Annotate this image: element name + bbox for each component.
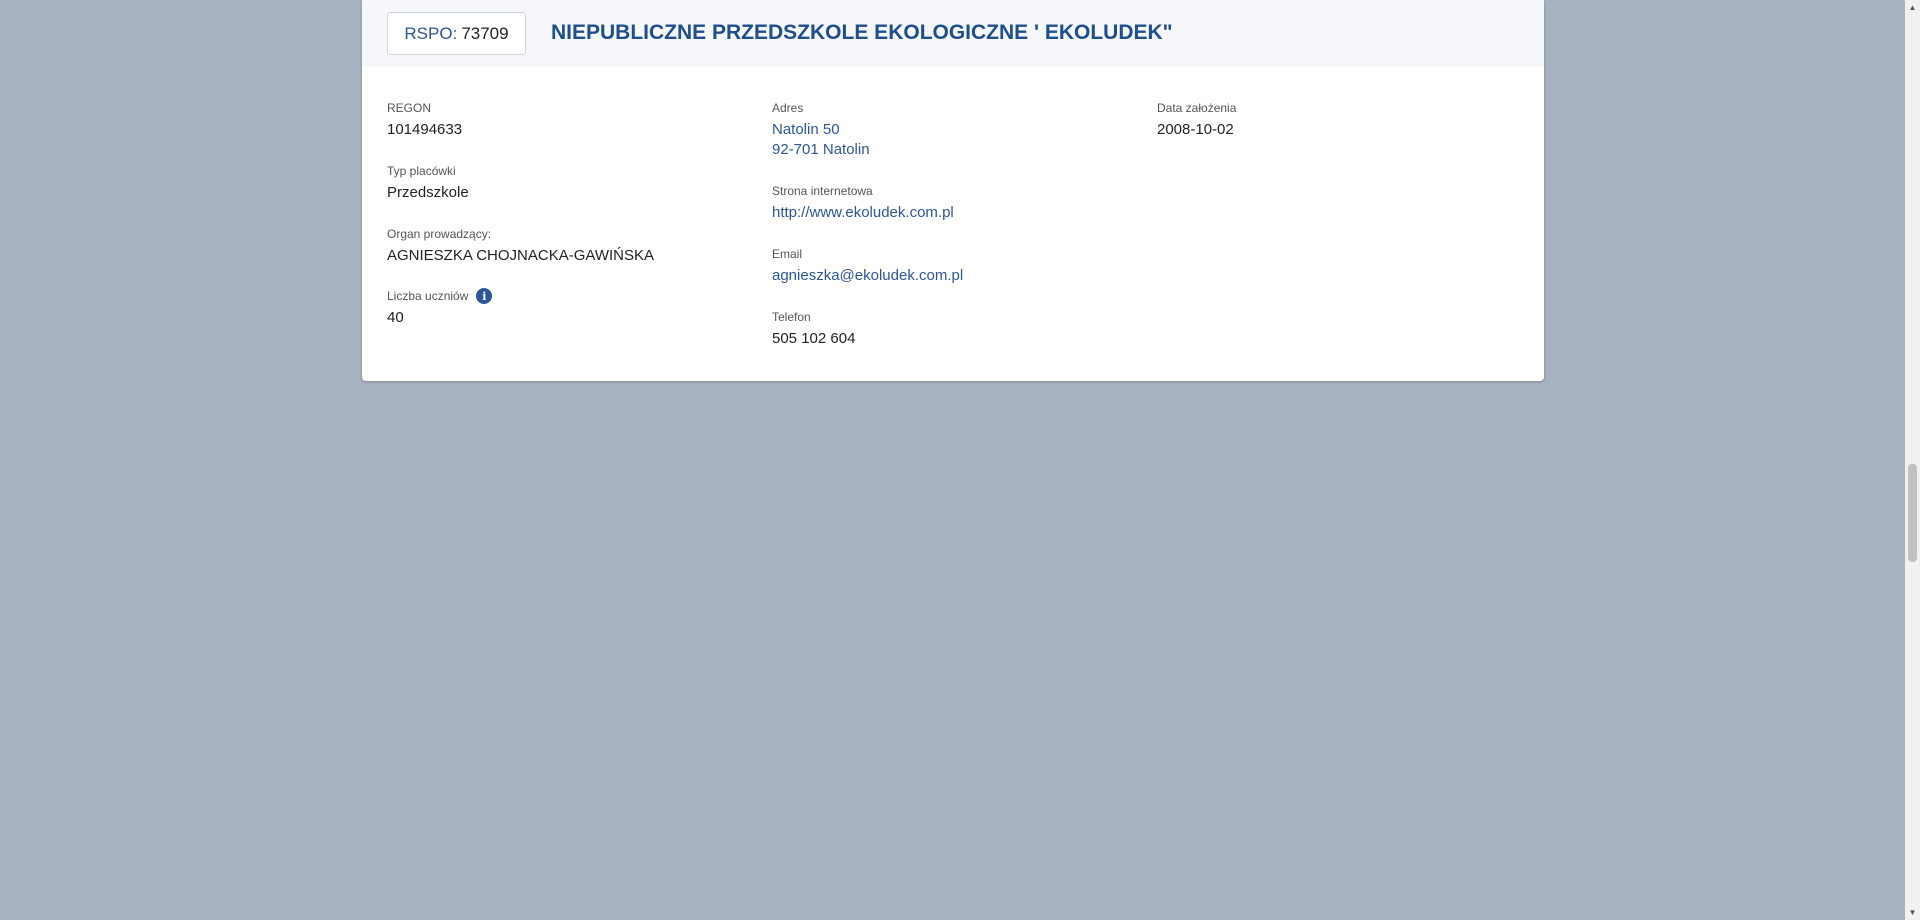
founding-date-value: 2008-10-02 [1157,121,1234,138]
governing-body-value: AGNIESZKA CHOJNACKA-GAWIŃSKA [387,247,654,264]
governing-body-field: Organ prowadzący: AGNIESZKA CHOJNACKA-GA… [387,226,654,266]
student-count-value: 40 [387,309,404,326]
regon-label: REGON [387,101,432,115]
address-link[interactable]: Natolin 50 92-701 Natolin [772,120,870,160]
facility-type-field: Typ placówki Przedszkole [387,163,469,203]
rspo-value: 73709 [461,23,509,43]
email-field: Email agnieszka@ekoludek.com.pl [772,246,963,286]
email-label: Email [772,247,803,261]
email-link[interactable]: agnieszka@ekoludek.com.pl [772,266,963,286]
address-line-2: 92-701 Natolin [772,141,870,158]
address-label: Adres [772,101,804,115]
info-icon[interactable]: i [476,288,493,304]
school-name-title: NIEPUBLICZNE PRZEDSZKOLE EKOLOGICZNE ' E… [551,21,1173,44]
address-field: Adres Natolin 50 92-701 Natolin [772,100,870,160]
founding-date-label: Data założenia [1157,101,1237,115]
phone-label: Telefon [772,310,811,324]
phone-field: Telefon 505 102 604 [772,309,855,349]
website-link[interactable]: http://www.ekoludek.com.pl [772,203,954,223]
scroll-up-arrow-icon[interactable]: ▲ [1905,0,1920,15]
student-count-field: Liczba uczniów i 40 [387,288,493,328]
website-field: Strona internetowa http://www.ekoludek.c… [772,183,954,223]
scroll-thumb[interactable] [1908,464,1917,562]
address-line-1: Natolin 50 [772,121,840,138]
facility-type-value: Przedszkole [387,184,469,201]
regon-value: 101494633 [387,121,463,138]
school-details-card: RSPO: 73709 NIEPUBLICZNE PRZEDSZKOLE EKO… [362,0,1544,381]
regon-field: REGON 101494633 [387,100,462,140]
facility-type-label: Typ placówki [387,164,456,178]
student-count-label: Liczba uczniów [387,289,469,303]
rspo-label: RSPO: [404,23,458,43]
website-label: Strona internetowa [772,184,873,198]
vertical-scrollbar[interactable]: ▲ ▼ [1905,0,1920,920]
founding-date-field: Data założenia 2008-10-02 [1157,100,1236,140]
phone-value: 505 102 604 [772,330,856,347]
scroll-down-arrow-icon[interactable]: ▼ [1905,905,1920,920]
governing-body-label: Organ prowadzący: [387,227,492,241]
rspo-badge: RSPO: 73709 [387,12,526,55]
card-header: RSPO: 73709 NIEPUBLICZNE PRZEDSZKOLE EKO… [362,0,1544,67]
